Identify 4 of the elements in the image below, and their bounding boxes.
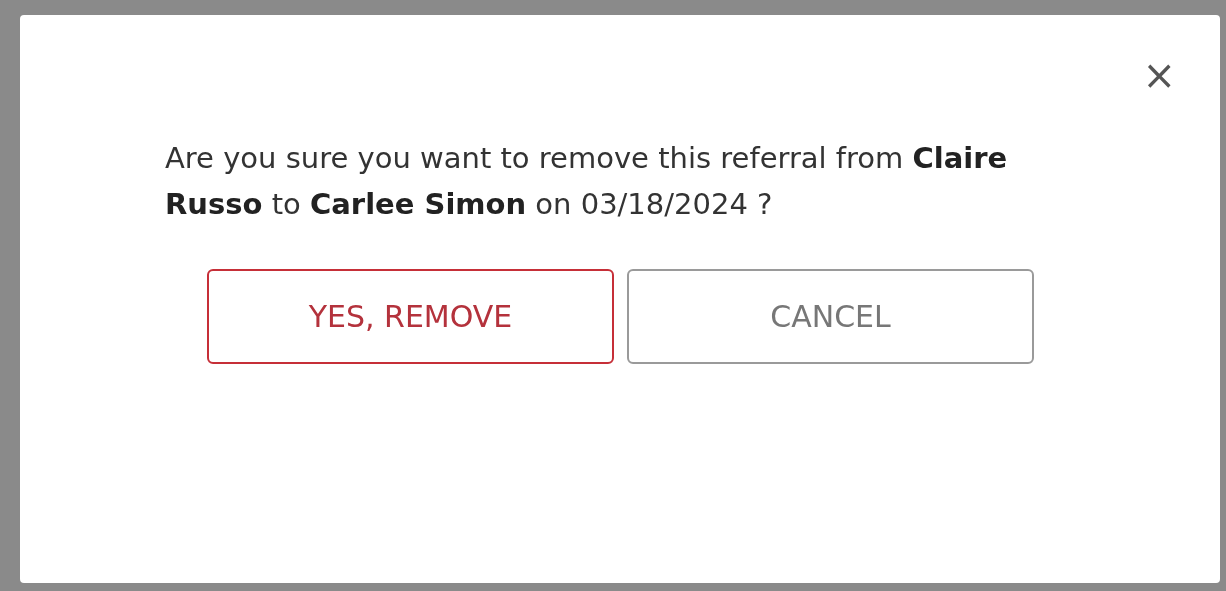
- cancel-button[interactable]: CANCEL: [627, 269, 1034, 364]
- remove-button[interactable]: YES, REMOVE: [207, 269, 614, 364]
- close-button[interactable]: ×: [1138, 55, 1180, 95]
- confirm-message: Are you sure you want to remove this referral from Claire Russo to Carlee Simon on 03/18/2024 ?: [165, 140, 1009, 223]
